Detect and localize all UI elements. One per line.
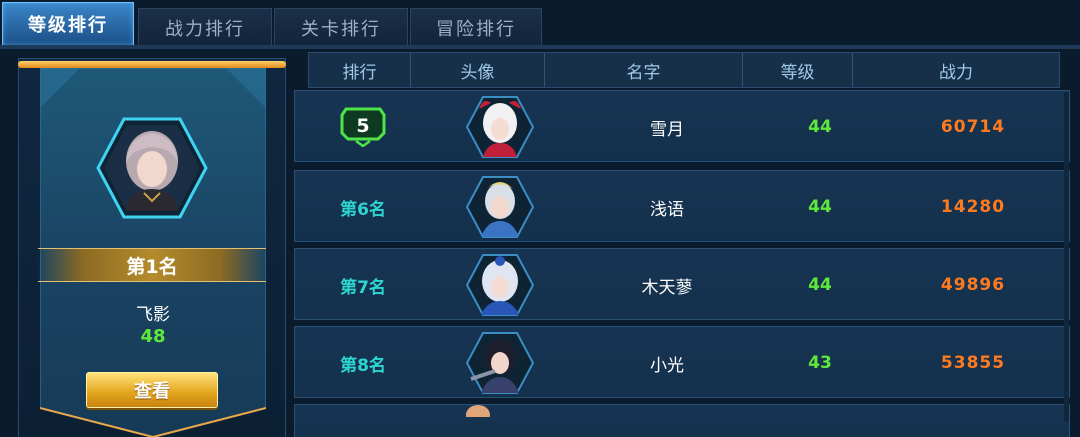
player-power: 53855	[940, 353, 1006, 373]
top-player-name: 飞影	[136, 305, 170, 325]
tab-divider	[0, 45, 1080, 49]
player-name: 小光	[650, 355, 684, 376]
player-name: 雪月	[650, 119, 684, 140]
player-avatar[interactable]	[465, 331, 535, 395]
table-row[interactable]: 第6名 浅语 44 14280	[294, 170, 1070, 242]
rank-badge-icon: 5	[340, 107, 386, 147]
table-row[interactable]: 5 雪月 44 60714	[294, 90, 1070, 162]
header-avatar: 头像	[411, 53, 545, 87]
rank-cell: 第7名	[340, 277, 386, 298]
header-power: 战力	[939, 62, 973, 83]
top-player-level: 48	[140, 326, 166, 347]
view-button[interactable]: 查看	[86, 372, 218, 408]
tab-level-ranking[interactable]: 等级排行	[2, 2, 134, 46]
rank-cell: 5	[295, 91, 431, 163]
player-avatar[interactable]	[465, 95, 535, 159]
tab-adventure-ranking[interactable]: 冒险排行	[410, 8, 542, 46]
top-rank-label: 第1名	[38, 248, 266, 282]
player-name: 浅语	[650, 199, 684, 220]
ranking-tabs: 等级排行 战力排行 关卡排行 冒险排行	[0, 0, 1080, 46]
player-avatar[interactable]	[465, 175, 535, 239]
rank-cell: 第6名	[340, 199, 386, 220]
header-name: 名字	[545, 53, 743, 87]
rank-badge-number: 5	[356, 115, 369, 137]
tab-power-ranking[interactable]: 战力排行	[138, 8, 272, 46]
panel-top-bar	[18, 61, 286, 68]
player-level: 44	[808, 197, 832, 217]
avatar-cell[interactable]	[431, 171, 569, 243]
player-level: 44	[808, 117, 832, 137]
table-row[interactable]: 第8名 小光 43 53855	[294, 326, 1070, 398]
list-scrollbar[interactable]	[1064, 92, 1069, 422]
player-level: 43	[808, 353, 832, 373]
player-avatar-partial	[466, 405, 490, 417]
table-row[interactable]: 第7名 木天蓼 44 49896	[294, 248, 1070, 320]
avatar-cell[interactable]	[431, 249, 569, 321]
tab-stage-ranking[interactable]: 关卡排行	[274, 8, 408, 46]
player-name: 木天蓼	[641, 277, 693, 298]
avatar-cell[interactable]	[431, 327, 569, 399]
avatar-cell[interactable]	[431, 91, 569, 163]
top-player-avatar[interactable]	[96, 117, 208, 219]
header-rank: 排行	[309, 53, 411, 87]
ranking-list[interactable]: 5 雪月 44 60714 第6名 浅语 44 14280 第7名 木天蓼 44…	[294, 88, 1072, 437]
table-header: 排行 头像 名字 等级 战力	[308, 52, 1060, 88]
player-power: 49896	[940, 275, 1006, 295]
player-level: 44	[808, 275, 832, 295]
player-power: 14280	[940, 197, 1006, 217]
table-row-partial[interactable]	[294, 404, 1070, 437]
player-power: 60714	[940, 117, 1006, 137]
player-avatar[interactable]	[465, 253, 535, 317]
header-level: 等级	[743, 53, 853, 87]
rank-cell: 第8名	[340, 355, 386, 376]
